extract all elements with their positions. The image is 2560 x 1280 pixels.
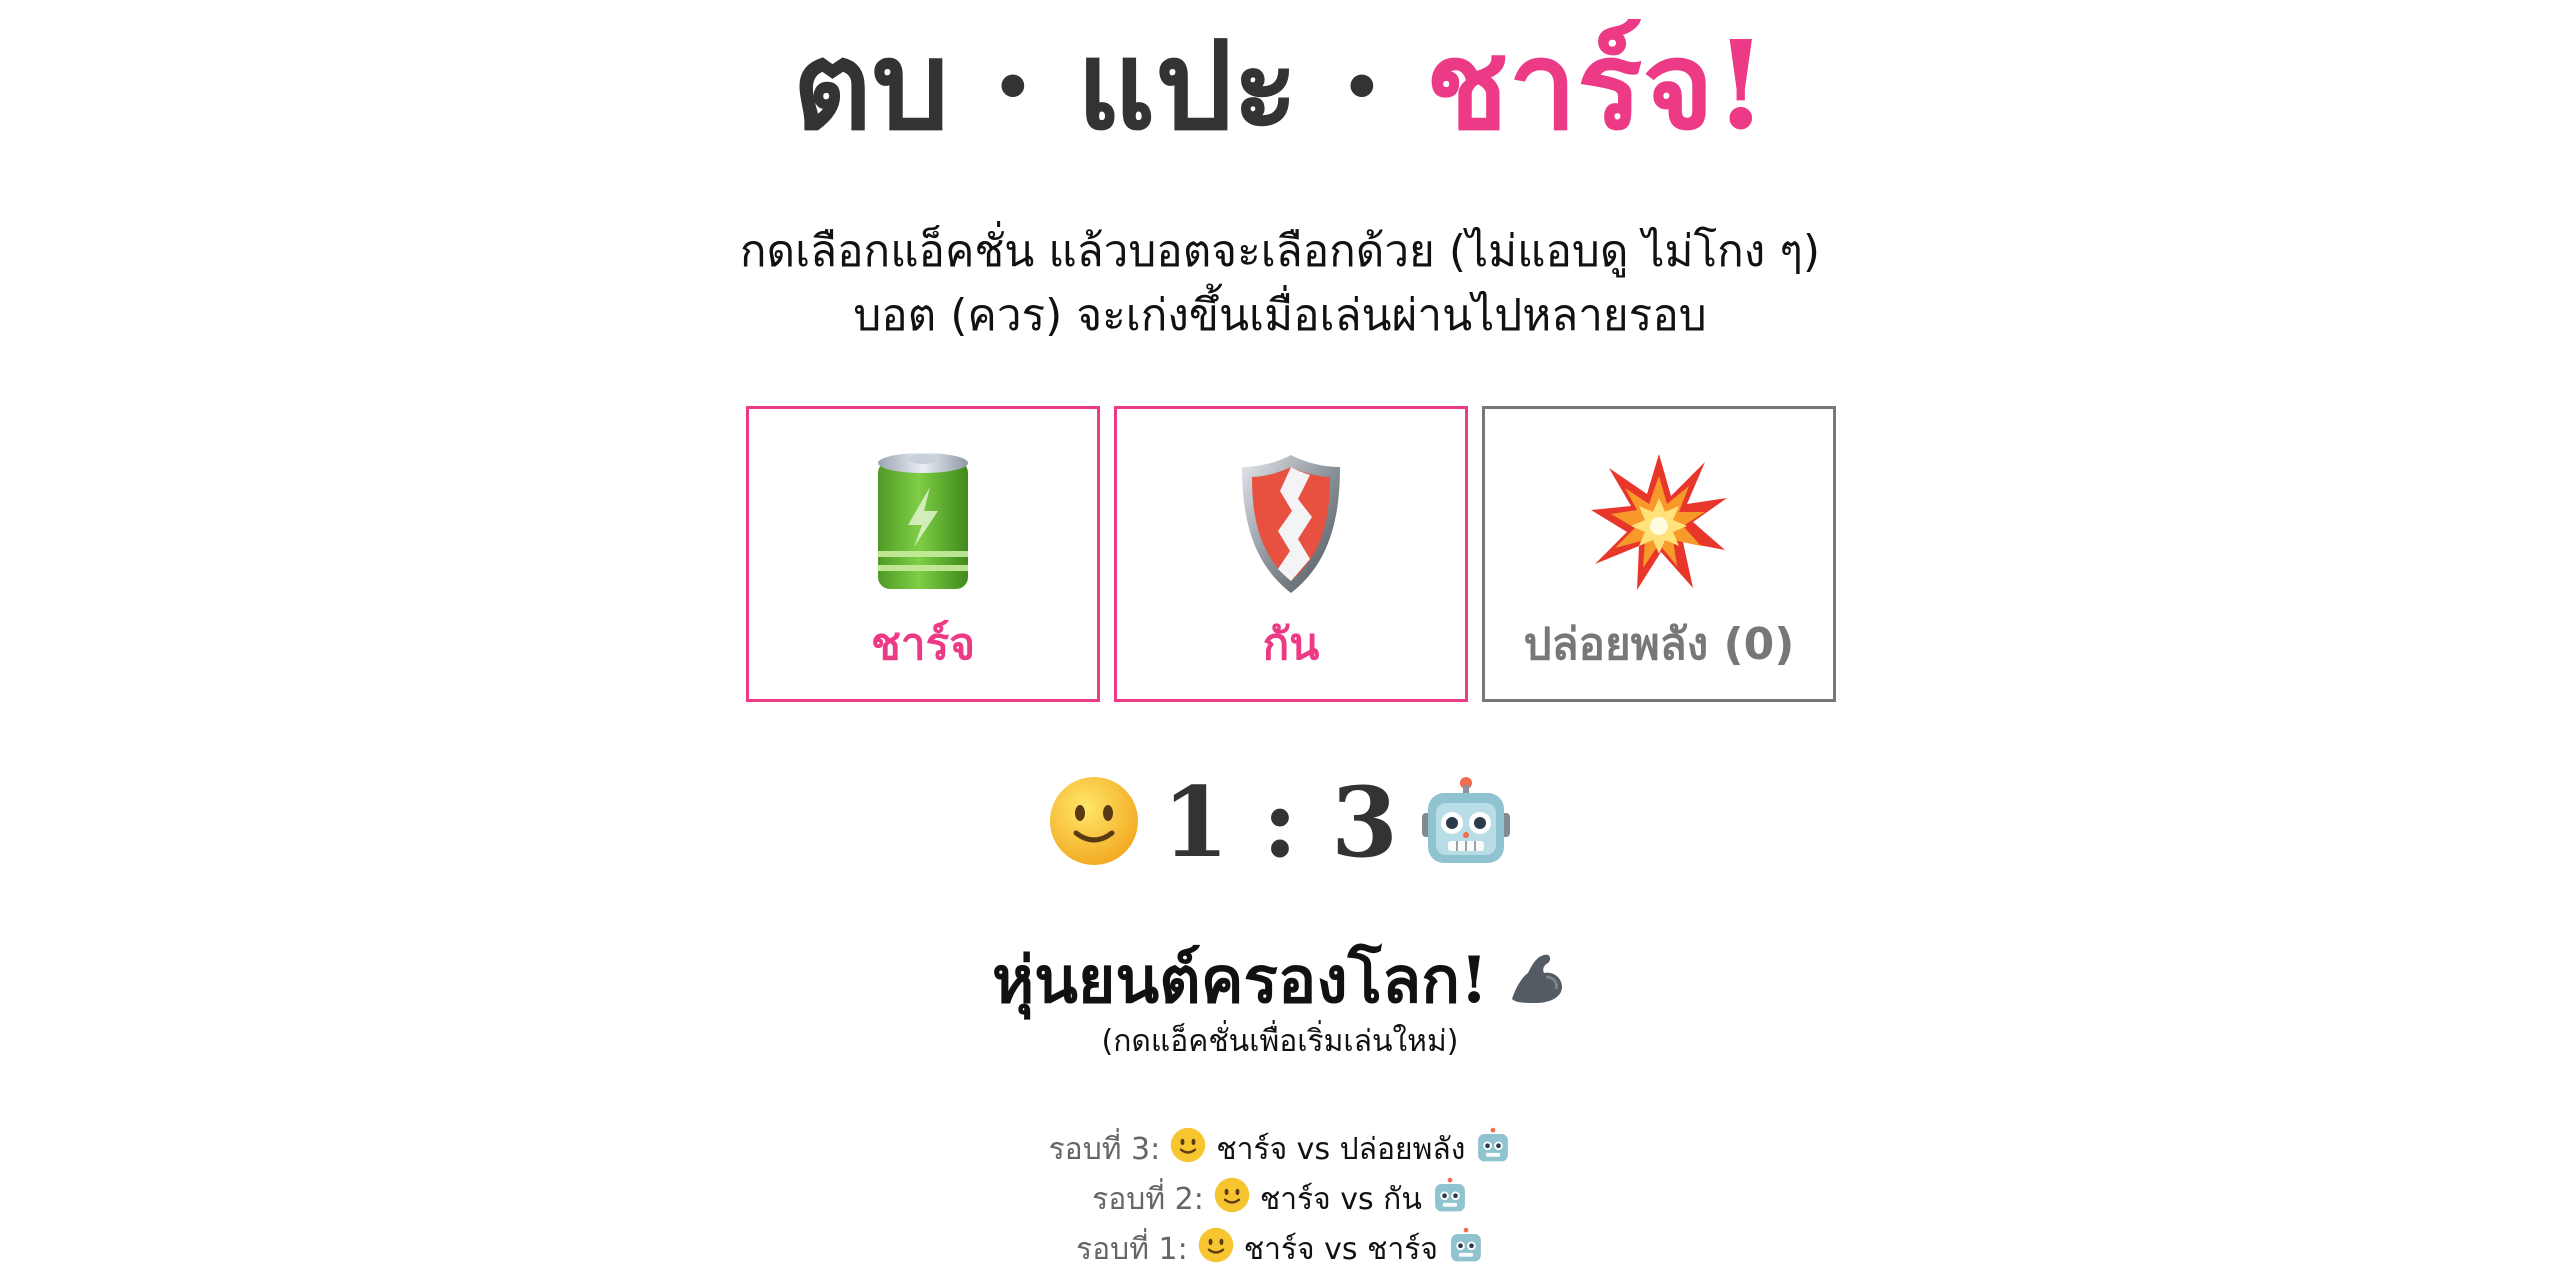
instructions-line-1: กดเลือกแอ็คชั่น แล้วบอตจะเลือกด้วย (ไม่แ… — [739, 226, 1821, 277]
score-text: 1 : 3 — [1162, 766, 1398, 879]
round-history: รอบที่ 3: ชาร์จ vs ปล่อยพลัง รอบที่ 2: ช… — [0, 1124, 2560, 1274]
robot-icon — [1475, 1127, 1511, 1171]
history-round-label: รอบที่ 1: — [1076, 1231, 1188, 1267]
title-part-1: ตบ · แปะ · — [792, 13, 1426, 157]
smiley-icon — [1170, 1127, 1206, 1171]
smiley-icon — [1048, 775, 1140, 871]
result-text: หุ่นยนต์ครองโลก! — [991, 943, 1489, 1018]
smiley-icon — [1198, 1227, 1234, 1271]
history-matchup: ชาร์จ vs ปล่อยพลัง — [1216, 1131, 1466, 1167]
charge-button[interactable]: ชาร์จ — [746, 406, 1100, 702]
scoreboard: 1 : 3 — [0, 768, 2560, 878]
title-part-2: ชาร์จ! — [1425, 13, 1768, 157]
defend-button-label: กัน — [1262, 619, 1320, 670]
blast-button[interactable]: ปล่อยพลัง (0) — [1482, 406, 1836, 702]
history-row: รอบที่ 2: ชาร์จ vs กัน — [0, 1174, 2560, 1224]
game-result: หุ่นยนต์ครองโลก! — [0, 940, 2560, 1020]
page-title: ตบ · แปะ · ชาร์จ! — [0, 10, 2560, 160]
history-matchup: ชาร์จ vs ชาร์จ — [1243, 1231, 1438, 1267]
battery-icon — [749, 447, 1097, 597]
history-round-label: รอบที่ 3: — [1048, 1131, 1161, 1167]
charge-button-label: ชาร์จ — [871, 619, 975, 670]
restart-hint: (กดแอ็คชั่นเพื่อเริ่มเล่นใหม่) — [1101, 1024, 1459, 1059]
history-row: รอบที่ 1: ชาร์จ vs ชาร์จ — [0, 1224, 2560, 1274]
history-row: รอบที่ 3: ชาร์จ vs ปล่อยพลัง — [0, 1124, 2560, 1174]
defend-button[interactable]: กัน — [1114, 406, 1468, 702]
robot-icon — [1432, 1177, 1468, 1221]
instructions: กดเลือกแอ็คชั่น แล้วบอตจะเลือกด้วย (ไม่แ… — [0, 220, 2560, 348]
action-buttons: ชาร์จ กัน ปล่อยพลัง (0) — [746, 406, 1836, 702]
shield-icon — [1117, 447, 1465, 597]
game-page: ตบ · แปะ · ชาร์จ! กดเลือกแอ็คชั่น แล้วบอ… — [0, 0, 2560, 1280]
explosion-icon — [1485, 447, 1833, 597]
flexed-arm-icon — [1506, 947, 1568, 1013]
smiley-icon — [1214, 1177, 1250, 1221]
instructions-line-2: บอต (ควร) จะเก่งขึ้นเมื่อเล่นผ่านไปหลายร… — [853, 290, 1707, 341]
history-round-label: รอบที่ 2: — [1092, 1181, 1204, 1217]
blast-button-label: ปล่อยพลัง (0) — [1523, 619, 1795, 670]
robot-icon — [1448, 1227, 1484, 1271]
robot-icon — [1420, 775, 1512, 871]
history-matchup: ชาร์จ vs กัน — [1259, 1181, 1422, 1217]
